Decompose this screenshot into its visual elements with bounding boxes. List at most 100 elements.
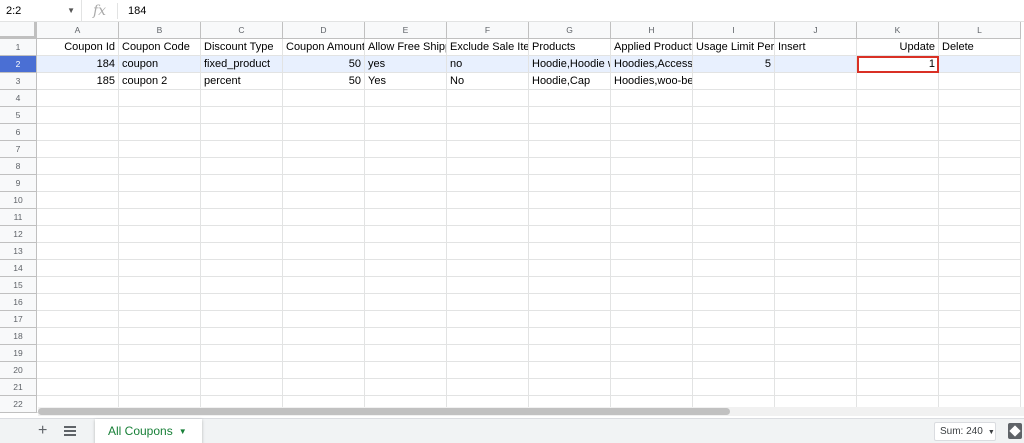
cell-c13[interactable] bbox=[201, 243, 283, 260]
cell-b5[interactable] bbox=[119, 107, 201, 124]
cell-k5[interactable] bbox=[857, 107, 939, 124]
cell-g4[interactable] bbox=[529, 90, 611, 107]
cell-b8[interactable] bbox=[119, 158, 201, 175]
cell-l7[interactable] bbox=[939, 141, 1021, 158]
row-header[interactable]: 8 bbox=[0, 158, 37, 175]
formula-input[interactable]: 184 bbox=[118, 5, 146, 17]
cell-g17[interactable] bbox=[529, 311, 611, 328]
cell-i12[interactable] bbox=[693, 226, 775, 243]
cell-j21[interactable] bbox=[775, 379, 857, 396]
cell-e17[interactable] bbox=[365, 311, 447, 328]
cell-a2[interactable]: 184 bbox=[37, 56, 119, 73]
cell-k11[interactable] bbox=[857, 209, 939, 226]
column-header-g[interactable]: G bbox=[529, 22, 611, 39]
cell-k13[interactable] bbox=[857, 243, 939, 260]
cell-k9[interactable] bbox=[857, 175, 939, 192]
cell-k6[interactable] bbox=[857, 124, 939, 141]
cell-d7[interactable] bbox=[283, 141, 365, 158]
cell-h4[interactable] bbox=[611, 90, 693, 107]
cell-e18[interactable] bbox=[365, 328, 447, 345]
cell-l21[interactable] bbox=[939, 379, 1021, 396]
cell-i6[interactable] bbox=[693, 124, 775, 141]
cell-i7[interactable] bbox=[693, 141, 775, 158]
cell-f4[interactable] bbox=[447, 90, 529, 107]
cell-h2[interactable]: Hoodies,Access bbox=[611, 56, 693, 73]
row-header[interactable]: 11 bbox=[0, 209, 37, 226]
row-header[interactable]: 20 bbox=[0, 362, 37, 379]
cell-j15[interactable] bbox=[775, 277, 857, 294]
cell-d10[interactable] bbox=[283, 192, 365, 209]
cell-g6[interactable] bbox=[529, 124, 611, 141]
cell-c11[interactable] bbox=[201, 209, 283, 226]
cell-j9[interactable] bbox=[775, 175, 857, 192]
cell-a3[interactable]: 185 bbox=[37, 73, 119, 90]
cell-a17[interactable] bbox=[37, 311, 119, 328]
cell-f9[interactable] bbox=[447, 175, 529, 192]
cell-c21[interactable] bbox=[201, 379, 283, 396]
cell-e8[interactable] bbox=[365, 158, 447, 175]
cell-l6[interactable] bbox=[939, 124, 1021, 141]
cell-k3[interactable] bbox=[857, 73, 939, 90]
cell-a15[interactable] bbox=[37, 277, 119, 294]
cell-c5[interactable] bbox=[201, 107, 283, 124]
cell-j8[interactable] bbox=[775, 158, 857, 175]
column-header-h[interactable]: H bbox=[611, 22, 693, 39]
row-header[interactable]: 17 bbox=[0, 311, 37, 328]
cell-c9[interactable] bbox=[201, 175, 283, 192]
cell-l15[interactable] bbox=[939, 277, 1021, 294]
cell-b2[interactable]: coupon bbox=[119, 56, 201, 73]
cell-d8[interactable] bbox=[283, 158, 365, 175]
cell-i10[interactable] bbox=[693, 192, 775, 209]
chevron-down-icon[interactable]: ▼ bbox=[67, 6, 75, 15]
cell-d3[interactable]: 50 bbox=[283, 73, 365, 90]
cell-k8[interactable] bbox=[857, 158, 939, 175]
cell-f14[interactable] bbox=[447, 260, 529, 277]
cell-g2[interactable]: Hoodie,Hoodie w bbox=[529, 56, 611, 73]
cell-c4[interactable] bbox=[201, 90, 283, 107]
cell-h6[interactable] bbox=[611, 124, 693, 141]
row-header[interactable]: 4 bbox=[0, 90, 37, 107]
cell-b21[interactable] bbox=[119, 379, 201, 396]
cell-j19[interactable] bbox=[775, 345, 857, 362]
cell-d18[interactable] bbox=[283, 328, 365, 345]
cell-l13[interactable] bbox=[939, 243, 1021, 260]
cell-k14[interactable] bbox=[857, 260, 939, 277]
cell-a18[interactable] bbox=[37, 328, 119, 345]
cell-a20[interactable] bbox=[37, 362, 119, 379]
cell-f3[interactable]: No bbox=[447, 73, 529, 90]
cell-f20[interactable] bbox=[447, 362, 529, 379]
cell-g18[interactable] bbox=[529, 328, 611, 345]
cell-b3[interactable]: coupon 2 bbox=[119, 73, 201, 90]
cell-g1[interactable]: Products bbox=[529, 39, 611, 56]
cell-e11[interactable] bbox=[365, 209, 447, 226]
cell-b14[interactable] bbox=[119, 260, 201, 277]
cell-h8[interactable] bbox=[611, 158, 693, 175]
cell-g19[interactable] bbox=[529, 345, 611, 362]
cell-f2[interactable]: no bbox=[447, 56, 529, 73]
cell-h5[interactable] bbox=[611, 107, 693, 124]
cell-a16[interactable] bbox=[37, 294, 119, 311]
row-header[interactable]: 16 bbox=[0, 294, 37, 311]
cell-l10[interactable] bbox=[939, 192, 1021, 209]
cell-l1[interactable]: Delete bbox=[939, 39, 1021, 56]
cell-g12[interactable] bbox=[529, 226, 611, 243]
cell-f16[interactable] bbox=[447, 294, 529, 311]
cell-d15[interactable] bbox=[283, 277, 365, 294]
row-header[interactable]: 21 bbox=[0, 379, 37, 396]
cell-j14[interactable] bbox=[775, 260, 857, 277]
cell-h13[interactable] bbox=[611, 243, 693, 260]
cell-k2[interactable]: 1 bbox=[857, 56, 939, 73]
cell-b17[interactable] bbox=[119, 311, 201, 328]
cell-j13[interactable] bbox=[775, 243, 857, 260]
cell-k1[interactable]: Update bbox=[857, 39, 939, 56]
row-header[interactable]: 9 bbox=[0, 175, 37, 192]
cell-g11[interactable] bbox=[529, 209, 611, 226]
cell-e16[interactable] bbox=[365, 294, 447, 311]
cell-h14[interactable] bbox=[611, 260, 693, 277]
cell-h19[interactable] bbox=[611, 345, 693, 362]
cell-e4[interactable] bbox=[365, 90, 447, 107]
cell-j3[interactable] bbox=[775, 73, 857, 90]
cell-k20[interactable] bbox=[857, 362, 939, 379]
add-sheet-icon[interactable]: + bbox=[38, 422, 47, 440]
row-header[interactable]: 6 bbox=[0, 124, 37, 141]
